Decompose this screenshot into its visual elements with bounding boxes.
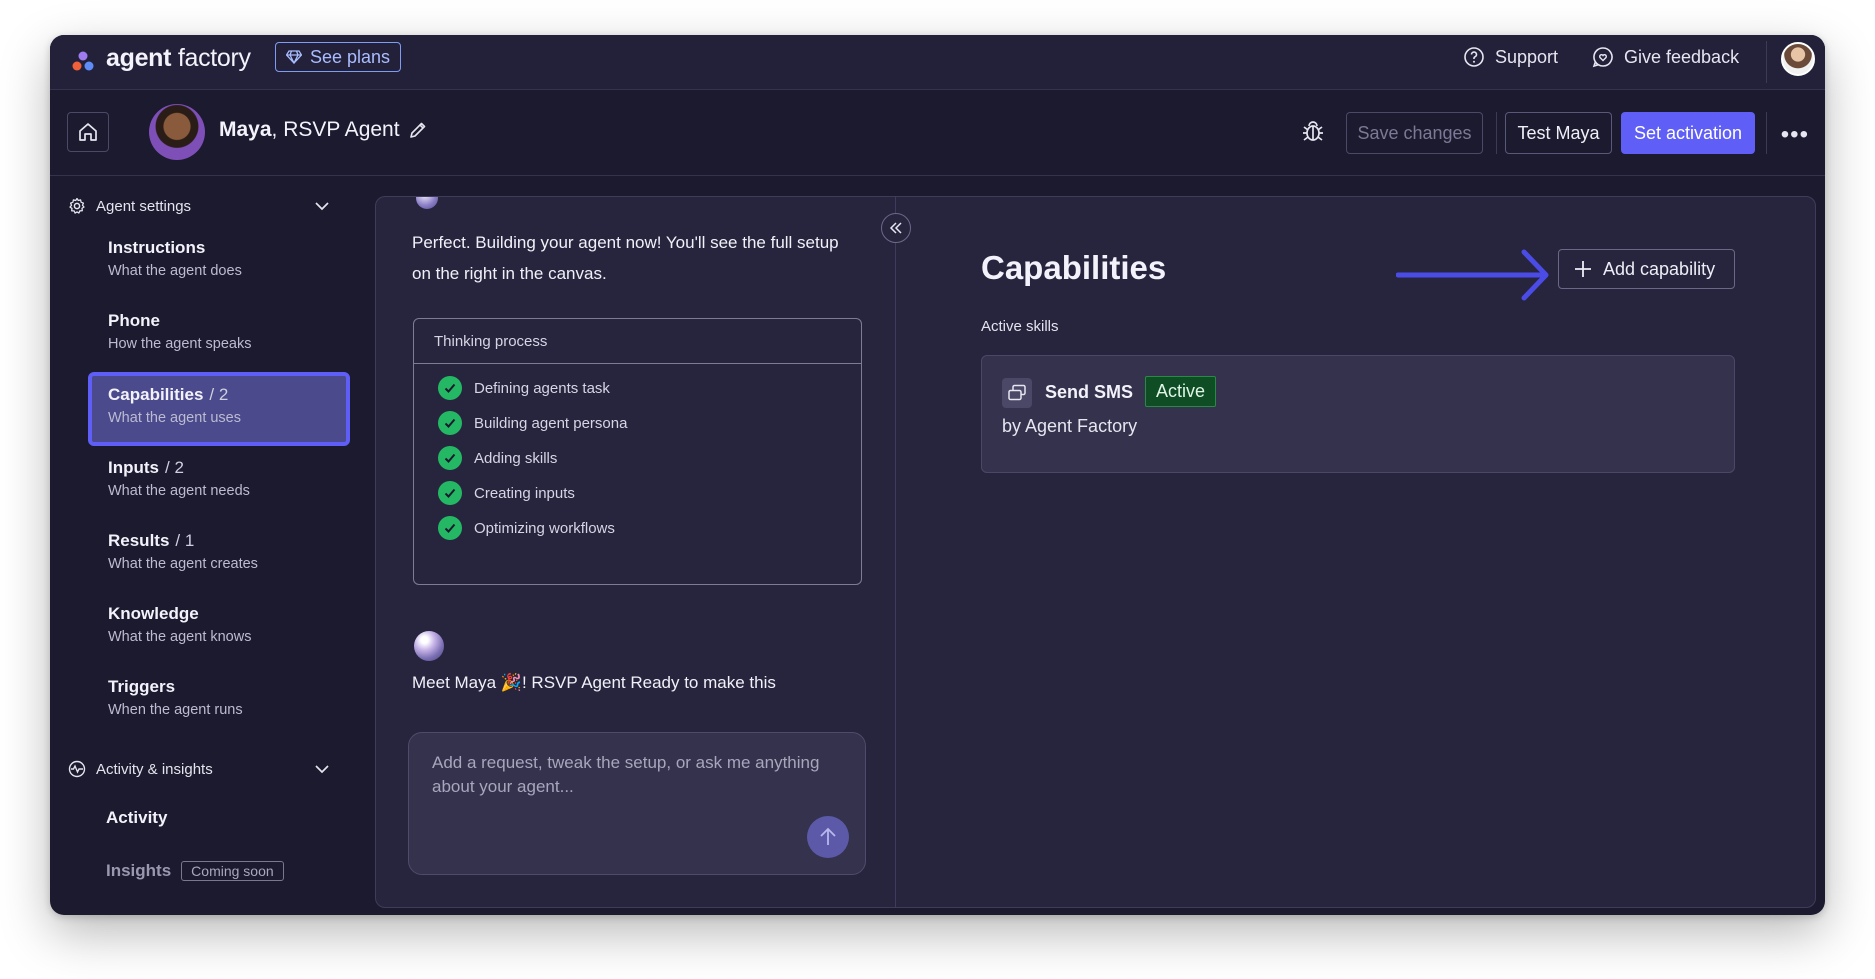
send-button[interactable] xyxy=(807,816,849,858)
sidebar-item-results[interactable]: Results/ 1 What the agent creates xyxy=(88,519,350,593)
user-avatar[interactable] xyxy=(1781,42,1815,76)
sms-icon xyxy=(1002,378,1032,408)
chevron-down-icon xyxy=(315,202,329,211)
page-title: Capabilities xyxy=(981,249,1167,286)
thinking-step: Creating inputs xyxy=(438,481,575,505)
thinking-step: Optimizing workflows xyxy=(438,516,615,540)
chat-composer[interactable]: Add a request, tweak the setup, or ask m… xyxy=(408,732,866,875)
active-skills-label: Active skills xyxy=(981,318,1059,335)
arrow-right-icon xyxy=(1396,249,1549,301)
plus-icon xyxy=(1575,261,1591,277)
agent-factory-logo xyxy=(72,51,94,71)
sidebar-item-phone[interactable]: Phone How the agent speaks xyxy=(88,299,350,373)
support-link[interactable]: Support xyxy=(1463,46,1558,68)
thinking-step: Defining agents task xyxy=(438,376,610,400)
collapse-chat-button[interactable] xyxy=(881,213,911,243)
status-badge: Active xyxy=(1145,376,1217,407)
skill-author: by Agent Factory xyxy=(1002,416,1138,436)
save-changes-button[interactable]: Save changes xyxy=(1346,112,1483,154)
test-agent-button[interactable]: Test Maya xyxy=(1505,112,1612,154)
results-count: / 1 xyxy=(175,531,195,550)
thinking-step: Building agent persona xyxy=(438,411,627,435)
assistant-message: Meet Maya 🎉! RSVP Agent Ready to make th… xyxy=(412,673,776,692)
agent-avatar xyxy=(149,104,205,160)
assistant-message: Perfect. Building your agent now! You'll… xyxy=(412,233,839,283)
pencil-icon[interactable] xyxy=(408,120,428,140)
agent-title: Maya, RSVP Agent xyxy=(219,118,400,141)
check-circle-icon xyxy=(438,481,462,505)
brand-name: agent factory xyxy=(106,44,251,72)
feedback-heart-icon xyxy=(1592,47,1613,68)
assistant-orb-icon xyxy=(414,631,444,661)
header-divider xyxy=(1496,112,1497,154)
check-circle-icon xyxy=(438,446,462,470)
debug-bug-icon[interactable] xyxy=(1300,118,1326,144)
agent-header: Maya, RSVP Agent Save changes Test Maya … xyxy=(50,90,1825,176)
main-panel: Perfect. Building your agent now! You'll… xyxy=(375,196,1816,908)
app-window: agent factory See plans Support Give fee… xyxy=(50,35,1825,915)
check-circle-icon xyxy=(438,516,462,540)
activity-pulse-icon xyxy=(68,760,86,778)
topbar-divider xyxy=(1766,41,1767,83)
check-circle-icon xyxy=(438,411,462,435)
double-chevron-left-icon xyxy=(889,222,902,234)
sidebar-item-triggers[interactable]: Triggers When the agent runs xyxy=(88,665,350,739)
home-button[interactable] xyxy=(67,112,109,152)
chat-panel: Perfect. Building your agent now! You'll… xyxy=(376,197,896,907)
give-feedback-link[interactable]: Give feedback xyxy=(1592,46,1739,68)
assistant-orb-icon xyxy=(416,197,438,209)
sidebar-item-activity[interactable]: Activity xyxy=(106,808,167,828)
thinking-step: Adding skills xyxy=(438,446,557,470)
thinking-process-title: Thinking process xyxy=(414,319,861,364)
home-icon xyxy=(79,123,97,141)
sidebar-item-insights: Insights Coming soon xyxy=(106,861,284,881)
coming-soon-badge: Coming soon xyxy=(181,861,284,881)
chevron-down-icon xyxy=(315,765,329,774)
composer-placeholder: Add a request, tweak the setup, or ask m… xyxy=(432,753,820,796)
add-capability-button[interactable]: Add capability xyxy=(1558,249,1735,289)
header-divider-2 xyxy=(1766,112,1767,154)
sidebar-item-knowledge[interactable]: Knowledge What the agent knows xyxy=(88,592,350,666)
agent-settings-section[interactable]: Agent settings xyxy=(68,197,330,215)
set-activation-button[interactable]: Set activation xyxy=(1621,112,1755,154)
see-plans-button[interactable]: See plans xyxy=(275,42,402,72)
help-circle-icon xyxy=(1464,47,1484,67)
capabilities-count: / 2 xyxy=(209,385,229,404)
gear-icon xyxy=(69,197,85,214)
check-circle-icon xyxy=(438,376,462,400)
arrow-up-icon xyxy=(820,827,836,845)
capabilities-canvas: Capabilities Add capability Active skill… xyxy=(896,197,1815,907)
thinking-process-box: Thinking process Defining agents task Bu… xyxy=(413,318,862,585)
more-options-icon[interactable]: ••• xyxy=(1781,121,1809,149)
sidebar: Agent settings Instructions What the age… xyxy=(50,176,350,915)
top-bar: agent factory See plans Support Give fee… xyxy=(50,35,1825,90)
sidebar-item-inputs[interactable]: Inputs/ 2 What the agent needs xyxy=(88,446,350,520)
diamond-icon xyxy=(286,50,302,64)
skill-card[interactable]: Send SMS Active by Agent Factory xyxy=(981,355,1735,473)
sidebar-item-capabilities[interactable]: Capabilities/ 2 What the agent uses xyxy=(88,372,350,446)
skill-name: Send SMS xyxy=(1045,382,1134,402)
inputs-count: / 2 xyxy=(165,458,184,477)
sidebar-item-instructions[interactable]: Instructions What the agent does xyxy=(88,226,350,300)
activity-insights-section[interactable]: Activity & insights xyxy=(68,760,330,778)
